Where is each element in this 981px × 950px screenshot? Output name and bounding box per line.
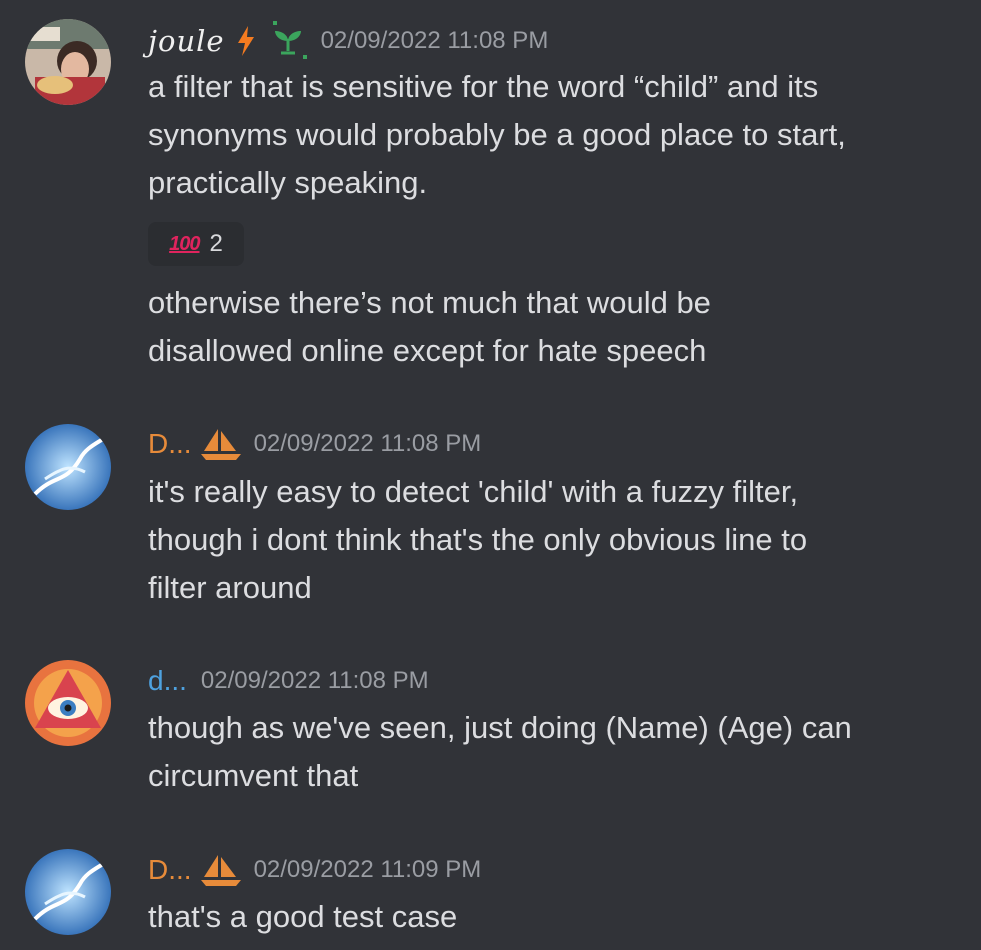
message-line: though as we've seen, just doing (Name) …: [148, 710, 852, 745]
reaction-button[interactable]: 100 2: [148, 222, 244, 266]
message-line: otherwise there’s not much that would be: [148, 285, 711, 320]
sprout-icon: [267, 21, 309, 61]
message-line: circumvent that: [148, 758, 359, 793]
sailboat-icon: [200, 427, 242, 461]
hundred-points-icon: 100: [169, 232, 200, 255]
message-line: though i dont think that's the only obvi…: [148, 522, 808, 557]
timestamp: 02/09/2022 11:08 PM: [200, 667, 429, 694]
lightning-icon: [235, 25, 257, 57]
timestamp: 02/09/2022 11:08 PM: [320, 27, 549, 54]
message-header: d... 02/09/2022 11:08 PM: [148, 660, 429, 702]
message-line: it's really easy to detect 'child' with …: [148, 474, 799, 509]
username[interactable]: joule: [148, 24, 225, 58]
username[interactable]: D...: [148, 428, 192, 460]
message-line: disallowed online except for hate speech: [148, 333, 707, 368]
message-line: a filter that is sensitive for the word …: [148, 69, 819, 104]
avatar[interactable]: [25, 660, 111, 746]
avatar[interactable]: [25, 849, 111, 935]
message-header: joule 02/09/2022 11:08 PM: [148, 20, 548, 62]
username[interactable]: D...: [148, 854, 192, 886]
sailboat-icon: [200, 853, 242, 887]
message-line: synonyms would probably be a good place …: [148, 117, 846, 152]
message-line: practically speaking.: [148, 165, 428, 200]
avatar[interactable]: [25, 19, 111, 105]
reaction-count: 2: [209, 230, 223, 257]
username[interactable]: d...: [148, 665, 187, 697]
avatar[interactable]: [25, 424, 111, 510]
message-header: D... 02/09/2022 11:09 PM: [148, 849, 481, 891]
message-line: filter around: [148, 570, 312, 605]
timestamp: 02/09/2022 11:09 PM: [253, 856, 482, 883]
message-header: D... 02/09/2022 11:08 PM: [148, 423, 481, 465]
timestamp: 02/09/2022 11:08 PM: [253, 430, 482, 457]
message-line: that's a good test case: [148, 899, 458, 934]
